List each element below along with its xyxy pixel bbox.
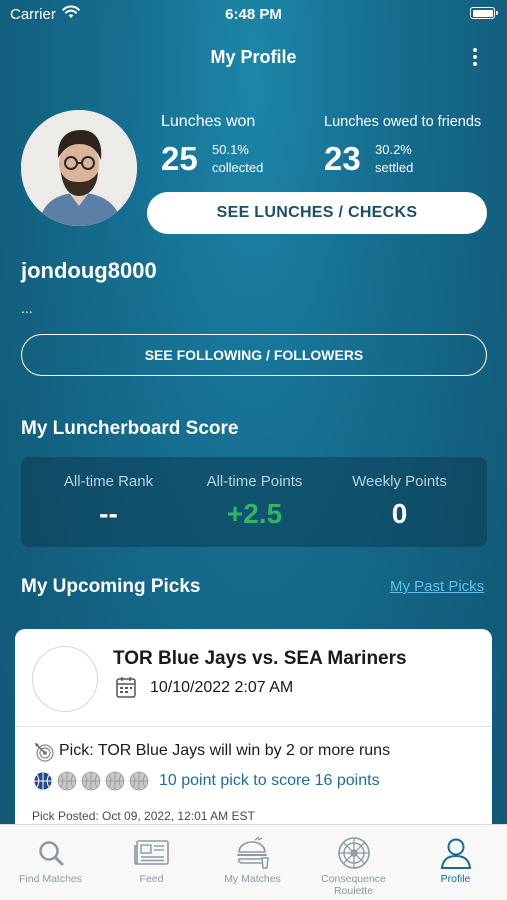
lunches-won-value: 25 [161,140,198,177]
newspaper-icon [101,837,202,869]
roulette-wheel-icon [303,837,404,869]
weekly-value: 0 [391,498,408,529]
points-label: All-time Points [206,473,303,490]
status-time: 6:48 PM [225,6,282,23]
match-title: TOR Blue Jays vs. SEA Mariners [113,648,407,669]
username: jondoug8000 [21,258,157,283]
lunches-won-pct: 50.1% [212,142,249,157]
lunches-owed-pct: 30.2% [375,142,412,157]
tab-label: Consequence Roulette [321,873,386,897]
pick-points: 10 point pick to score 16 points [159,772,380,789]
calendar-icon [116,676,136,703]
bio-text: ... [21,300,33,316]
target-icon [33,741,55,768]
basketball-icon [105,771,125,791]
tab-find-matches[interactable]: Find Matches [0,825,101,900]
tab-label: Profile [440,873,471,885]
luncherboard-title: My Luncherboard Score [21,418,239,439]
basketball-icon [33,771,53,791]
lunches-owed-pct-label: settled [375,160,414,175]
tab-bar: Find Matches Feed My Matches Consequence… [0,824,507,900]
avatar[interactable] [21,110,137,226]
card-divider [15,726,492,727]
lunches-owed-value: 23 [324,140,361,177]
basketball-icon [81,771,101,791]
see-following-button[interactable]: SEE FOLLOWING / FOLLOWERS [21,334,487,376]
team-logo [32,646,98,712]
score-panel: All-time Rank -- All-time Points +2.5 We… [21,457,487,547]
lunch-icon [202,836,303,869]
tab-profile[interactable]: Profile [405,825,506,900]
rank-value: -- [99,498,118,529]
lunches-won-label: Lunches won [161,113,256,130]
pick-posted-date: Pick Posted: Oct 09, 2022, 12:01 AM EST [32,809,255,823]
tab-label: My Matches [224,873,281,885]
lunches-owed-label: Lunches owed to friends [324,114,482,130]
upcoming-picks-title: My Upcoming Picks [21,576,201,597]
points-column: All-time Points +2.5 [177,473,332,530]
rank-label: All-time Rank [63,473,154,490]
points-value: +2.5 [226,498,283,529]
page-title: My Profile [210,47,297,67]
tab-my-matches[interactable]: My Matches [202,825,303,900]
rank-column: All-time Rank -- [31,473,186,530]
tab-feed[interactable]: Feed [101,825,202,900]
pick-card[interactable]: TOR Blue Jays vs. SEA Mariners 10/10/202… [15,629,492,849]
pick-text: Pick: TOR Blue Jays will win by 2 or mor… [59,742,391,759]
more-options-icon[interactable] [465,44,485,70]
status-bar: Carrier 6:48 PM [0,0,507,30]
see-lunches-button[interactable]: SEE LUNCHES / CHECKS [147,192,487,234]
tab-consequence-roulette[interactable]: Consequence Roulette [303,825,404,900]
person-icon [405,837,506,869]
weekly-column: Weekly Points 0 [322,473,477,530]
basketball-icon [129,771,149,791]
weekly-label: Weekly Points [352,473,447,490]
tab-label: Feed [139,873,164,885]
search-icon [0,837,101,869]
past-picks-link[interactable]: My Past Picks [390,578,484,595]
tab-label: Find Matches [18,873,83,885]
basketball-icon [57,771,77,791]
lunches-won-pct-label: collected [212,160,264,175]
match-date: 10/10/2022 2:07 AM [150,679,294,696]
battery-icon [470,7,498,19]
